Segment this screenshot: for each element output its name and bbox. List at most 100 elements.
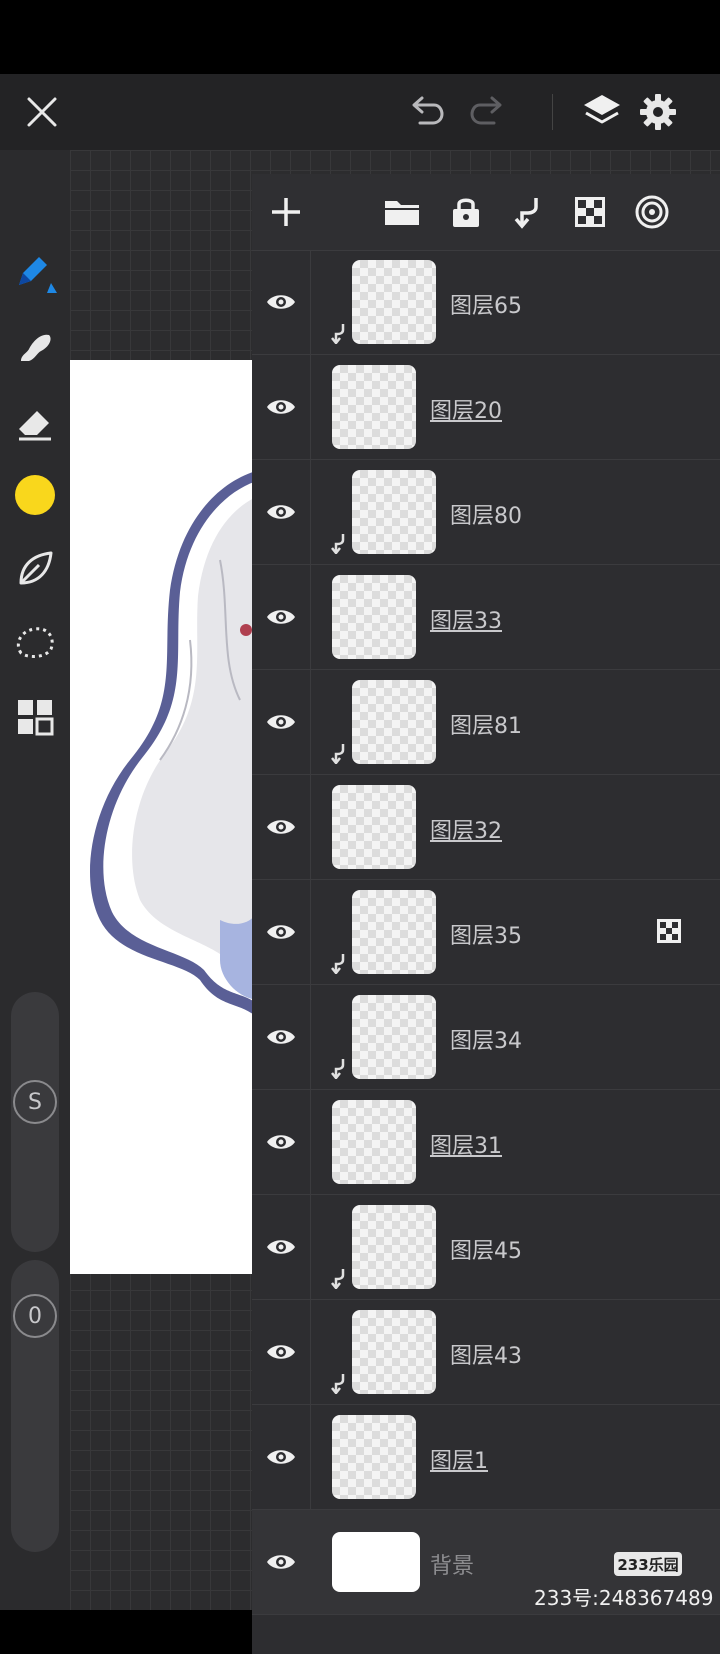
layer-row[interactable]: 图层45: [252, 1195, 720, 1300]
layer-name[interactable]: 图层32: [430, 813, 502, 845]
eye-icon: [267, 295, 295, 309]
layer-row[interactable]: 图层80: [252, 460, 720, 565]
layer-name[interactable]: 图层43: [450, 1338, 522, 1370]
layer-thumbnail[interactable]: [352, 890, 436, 974]
layers-icon: [584, 95, 620, 124]
eye-icon: [267, 610, 295, 624]
layer-name[interactable]: 图层31: [430, 1128, 502, 1160]
settings-button[interactable]: [632, 86, 684, 138]
layer-name[interactable]: 图层1: [430, 1443, 488, 1475]
clip-indicator-icon: [331, 1374, 345, 1394]
smudge-tool[interactable]: [8, 320, 62, 374]
layer-thumbnail[interactable]: [352, 680, 436, 764]
layers-panel: 图层65 图层20 图层80 图层33 图层81 图层32 图层35 图层34 图层31 图层45…: [252, 174, 720, 1654]
clip-indicator-icon: [331, 954, 345, 974]
clipping-mask-button[interactable]: [502, 186, 554, 238]
visibility-toggle[interactable]: [252, 670, 310, 774]
eye-icon: [267, 715, 295, 729]
row-divider: [310, 460, 311, 564]
layer-thumbnail[interactable]: [332, 365, 416, 449]
visibility-toggle[interactable]: [252, 565, 310, 669]
visibility-toggle[interactable]: [252, 1300, 310, 1404]
row-divider: [310, 880, 311, 984]
layer-row[interactable]: 图层32: [252, 775, 720, 880]
layer-thumbnail[interactable]: [332, 1100, 416, 1184]
layer-row[interactable]: 图层65: [252, 250, 720, 355]
layer-row[interactable]: 图层34: [252, 985, 720, 1090]
background-layer-name[interactable]: 背景: [430, 1548, 474, 1580]
layer-name[interactable]: 图层45: [450, 1233, 522, 1265]
watermark-badge: 233乐园: [614, 1552, 682, 1576]
color-picker[interactable]: [8, 468, 62, 522]
layer-thumbnail[interactable]: [332, 785, 416, 869]
more-tools[interactable]: [8, 690, 62, 744]
row-divider: [310, 1090, 311, 1194]
layer-thumbnail[interactable]: [352, 470, 436, 554]
opacity-knob[interactable]: 0: [13, 1294, 57, 1338]
background-thumbnail[interactable]: [332, 1532, 420, 1592]
lasso-tool[interactable]: [8, 616, 62, 670]
new-folder-button[interactable]: [376, 186, 428, 238]
visibility-toggle[interactable]: [252, 985, 310, 1089]
smudge-icon: [21, 334, 51, 361]
drawing-canvas[interactable]: [70, 360, 260, 1274]
plus-icon: [272, 198, 300, 226]
add-layer-button[interactable]: [260, 186, 312, 238]
layer-row[interactable]: 图层33: [252, 565, 720, 670]
eye-icon: [267, 505, 295, 519]
layer-row[interactable]: 图层20: [252, 355, 720, 460]
layers-button[interactable]: [576, 86, 628, 138]
layer-name[interactable]: 图层33: [430, 603, 502, 635]
lock-layer-button[interactable]: [440, 186, 492, 238]
layer-row[interactable]: 图层1: [252, 1405, 720, 1510]
visibility-toggle[interactable]: [252, 1510, 310, 1614]
visibility-toggle[interactable]: [252, 1195, 310, 1299]
eye-icon: [267, 1135, 295, 1149]
eye-icon: [267, 820, 295, 834]
visibility-toggle[interactable]: [252, 460, 310, 564]
layer-thumbnail[interactable]: [352, 260, 436, 344]
eraser-icon: [19, 411, 51, 441]
brush-tool[interactable]: [8, 244, 62, 298]
layer-name[interactable]: 图层65: [450, 288, 522, 320]
current-color-swatch: [15, 475, 55, 515]
visibility-toggle[interactable]: [252, 1405, 310, 1509]
layer-name[interactable]: 图层20: [430, 393, 502, 425]
undo-button[interactable]: [400, 86, 452, 138]
eraser-tool[interactable]: [8, 396, 62, 450]
row-divider: [310, 355, 311, 459]
layer-thumbnail[interactable]: [352, 995, 436, 1079]
layer-thumbnail[interactable]: [352, 1310, 436, 1394]
brush-size-slider[interactable]: S: [11, 992, 59, 1252]
row-divider: [310, 775, 311, 879]
toolbar-divider: [552, 94, 553, 130]
layer-thumbnail[interactable]: [332, 575, 416, 659]
layer-actions-bar: [252, 174, 720, 251]
layer-row[interactable]: 图层35: [252, 880, 720, 985]
layer-thumbnail[interactable]: [332, 1415, 416, 1499]
opacity-slider[interactable]: 0: [11, 1260, 59, 1552]
clip-indicator-icon: [331, 1269, 345, 1289]
close-button[interactable]: [16, 86, 68, 138]
layer-name[interactable]: 图层34: [450, 1023, 522, 1055]
gear-icon: [640, 94, 676, 130]
visibility-toggle[interactable]: [252, 880, 310, 984]
visibility-toggle[interactable]: [252, 250, 310, 354]
layer-name[interactable]: 图层80: [450, 498, 522, 530]
layer-name[interactable]: 图层35: [450, 918, 522, 950]
blur-tool[interactable]: [8, 542, 62, 596]
layer-thumbnail[interactable]: [352, 1205, 436, 1289]
layer-row[interactable]: 图层81: [252, 670, 720, 775]
blend-mode-button[interactable]: [626, 186, 678, 238]
size-knob[interactable]: S: [13, 1080, 57, 1124]
layer-name[interactable]: 图层81: [450, 708, 522, 740]
visibility-toggle[interactable]: [252, 355, 310, 459]
clip-indicator-icon: [331, 534, 345, 554]
layer-row[interactable]: 图层31: [252, 1090, 720, 1195]
redo-button[interactable]: [462, 86, 514, 138]
visibility-toggle[interactable]: [252, 775, 310, 879]
alpha-lock-button[interactable]: [564, 186, 616, 238]
layer-row[interactable]: 图层43: [252, 1300, 720, 1405]
visibility-toggle[interactable]: [252, 1090, 310, 1194]
lock-icon: [453, 198, 479, 227]
